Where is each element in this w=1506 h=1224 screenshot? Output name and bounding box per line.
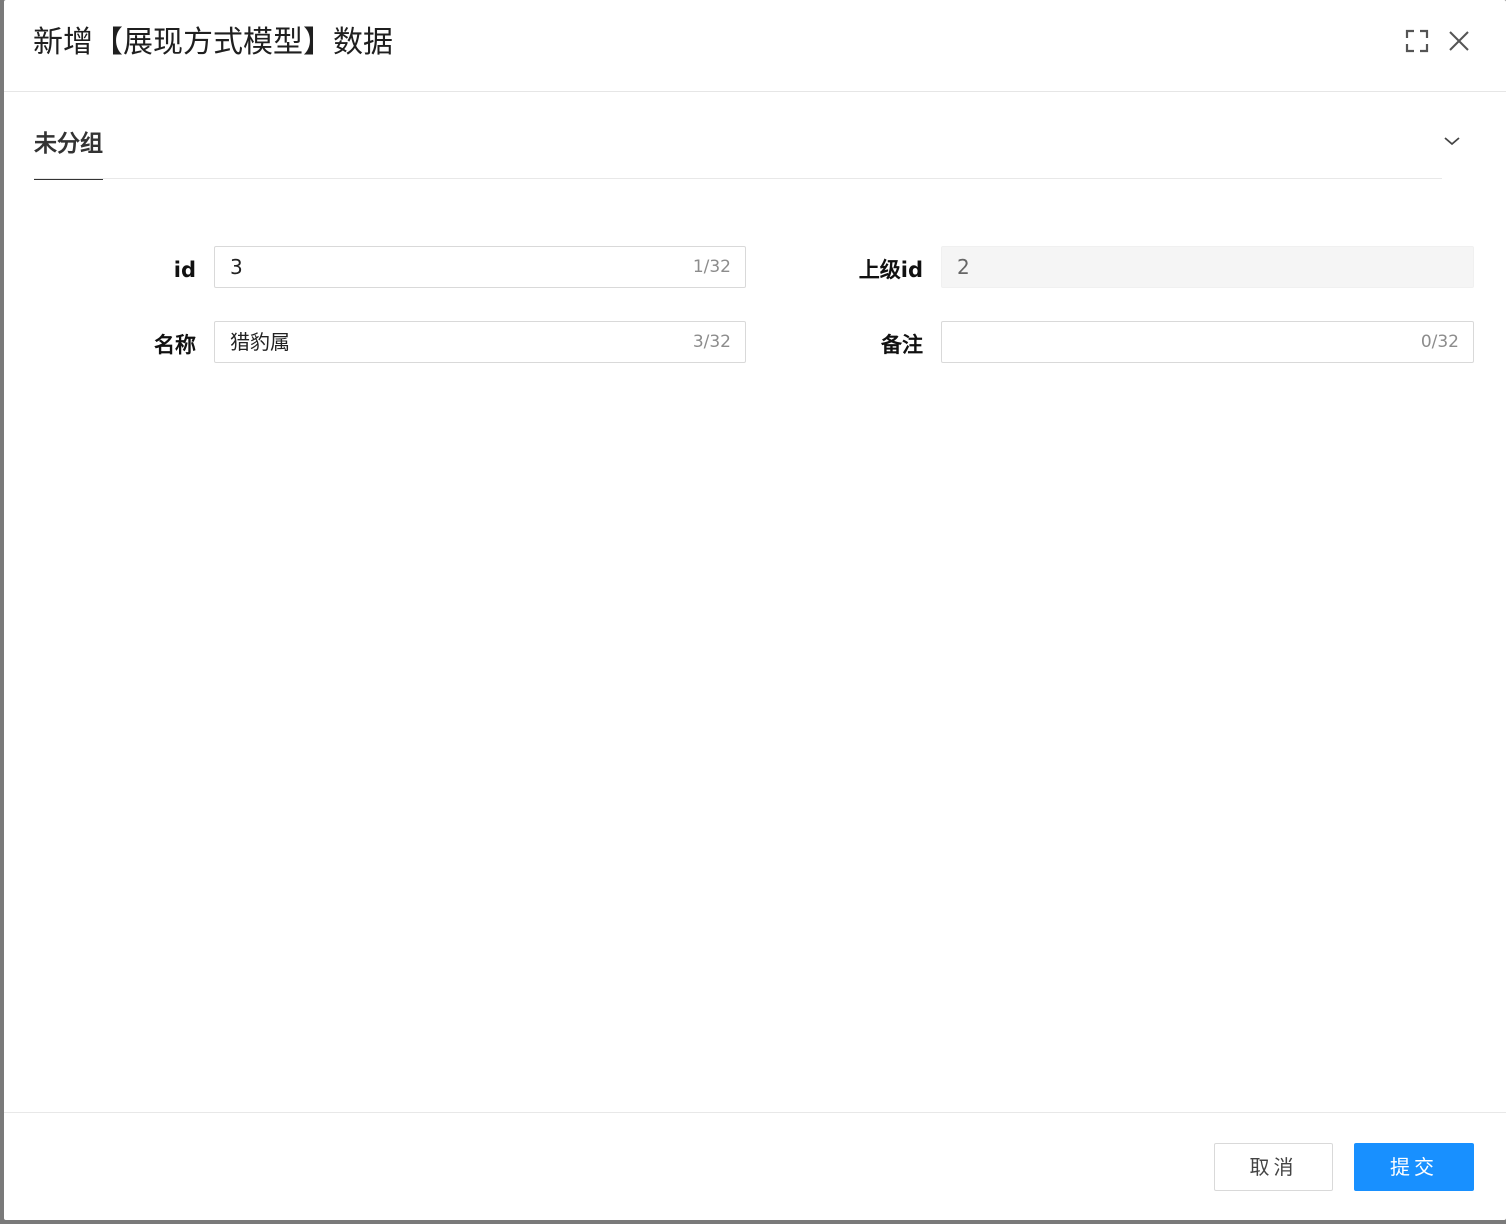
parent-id-input: 2 — [941, 246, 1474, 288]
remark-input[interactable]: 0/32 — [941, 321, 1474, 363]
chevron-down-icon[interactable] — [1440, 129, 1464, 153]
id-input-value: 3 — [230, 255, 243, 279]
submit-button[interactable]: 提交 — [1354, 1143, 1474, 1191]
remark-char-counter: 0/32 — [1420, 332, 1459, 352]
group-tab-ungrouped[interactable]: 未分组 — [34, 124, 103, 180]
name-input-value: 猎豹属 — [230, 330, 290, 354]
field-label-id: id — [173, 258, 196, 282]
id-char-counter: 1/32 — [692, 257, 731, 277]
dialog-title: 新增【展现方式模型】数据 — [33, 25, 393, 60]
group-divider — [34, 178, 1442, 179]
parent-id-input-value: 2 — [957, 255, 970, 279]
dialog-header: 新增【展现方式模型】数据 — [4, 0, 1506, 92]
dialog-footer: 取消 提交 — [4, 1112, 1506, 1220]
name-char-counter: 3/32 — [692, 332, 731, 352]
field-label-parent-id: 上级id — [858, 258, 923, 282]
close-icon[interactable] — [1443, 25, 1475, 57]
add-data-dialog: 新增【展现方式模型】数据 未分组 id 3 1/32 上级id 2 名称 猎豹属… — [4, 0, 1506, 1220]
fullscreen-icon[interactable] — [1401, 25, 1433, 57]
field-label-name: 名称 — [154, 333, 196, 357]
name-input[interactable]: 猎豹属 3/32 — [214, 321, 746, 363]
cancel-button[interactable]: 取消 — [1214, 1143, 1333, 1191]
field-label-remark: 备注 — [881, 333, 923, 357]
id-input[interactable]: 3 1/32 — [214, 246, 746, 288]
